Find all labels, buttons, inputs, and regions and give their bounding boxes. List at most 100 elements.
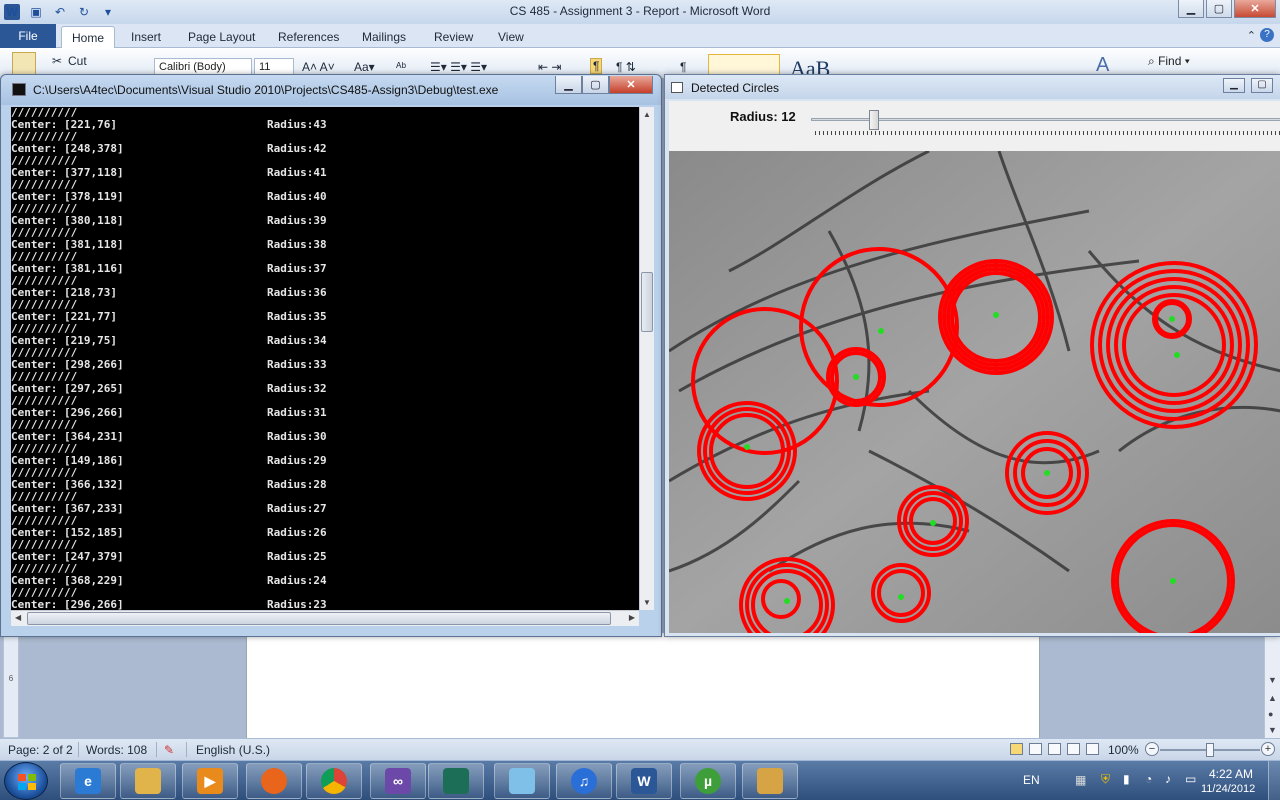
close-button[interactable]: ✕	[1234, 0, 1276, 18]
taskbar-visual-studio[interactable]: ∞	[370, 763, 426, 799]
page-indicator[interactable]: Page: 2 of 2	[8, 743, 73, 757]
console-window[interactable]: C:\Users\A4tec\Documents\Visual Studio 2…	[0, 74, 662, 637]
tab-file[interactable]: File	[0, 24, 56, 48]
zoom-out-icon[interactable]: −	[1145, 742, 1159, 756]
outline-icon[interactable]	[1067, 743, 1080, 755]
paragraph-mark-icon[interactable]: ¶	[680, 60, 686, 74]
taskbar-paint[interactable]	[742, 763, 798, 799]
sort-icon[interactable]: ¶ ⇅	[616, 60, 636, 74]
itunes-icon: ♫	[571, 768, 597, 794]
clock-time[interactable]: 4:22 AM	[1209, 767, 1253, 781]
scroll-down-icon[interactable]: ▼	[1268, 675, 1277, 685]
tab-review[interactable]: Review	[424, 26, 483, 48]
taskbar-media-player[interactable]: ▶	[182, 763, 238, 799]
detected-maximize-button[interactable]: ▢	[1251, 78, 1273, 93]
language-indicator[interactable]: EN	[1023, 773, 1040, 787]
circle-center-mark	[1170, 578, 1176, 584]
taskbar-itunes[interactable]: ♫	[556, 763, 612, 799]
proofing-icon[interactable]: ✎	[164, 743, 174, 757]
indent-icons[interactable]: ⇤ ⇥	[538, 60, 561, 74]
console-output[interactable]: //////////Center: [221,76] Radius:43/////…	[11, 107, 639, 610]
volume-icon[interactable]: ♪	[1165, 772, 1171, 786]
battery-icon[interactable]: ▭	[1185, 772, 1196, 786]
security-icon[interactable]: ⛨	[1101, 772, 1110, 787]
taskbar-firefox[interactable]	[246, 763, 302, 799]
full-screen-reading-icon[interactable]	[1029, 743, 1042, 755]
detected-minimize-button[interactable]: ▁	[1223, 78, 1245, 93]
document-page[interactable]	[246, 633, 1040, 743]
tab-home[interactable]: Home	[61, 26, 116, 48]
console-horizontal-scrollbar[interactable]: ◀ ▶	[11, 610, 639, 626]
clock-date[interactable]: 11/24/2012	[1201, 783, 1255, 795]
show-desktop-button[interactable]	[1268, 761, 1280, 800]
help-icon[interactable]: ?	[1260, 28, 1274, 42]
web-layout-icon[interactable]	[1048, 743, 1061, 755]
zoom-level[interactable]: 100%	[1108, 743, 1139, 757]
tab-page-layout[interactable]: Page Layout	[178, 26, 265, 48]
taskbar-utorrent[interactable]: µ	[680, 763, 736, 799]
signal-icon[interactable]: ▮	[1123, 772, 1130, 786]
clear-format-icon[interactable]: ᴬᵇ	[396, 60, 406, 74]
scroll-right-icon[interactable]: ▶	[629, 613, 635, 622]
draft-icon[interactable]	[1086, 743, 1099, 755]
console-scroll-thumb[interactable]	[641, 272, 653, 332]
scroll-up-icon[interactable]: ▲	[643, 110, 651, 119]
radius-slider-thumb[interactable]	[869, 110, 879, 130]
console-hscroll-thumb[interactable]	[27, 612, 611, 625]
print-layout-icon[interactable]	[1010, 743, 1023, 755]
radius-label: Radius: 12	[730, 109, 796, 124]
show-marks-icon[interactable]: ¶	[590, 58, 603, 74]
wifi-icon[interactable]: ◔	[1145, 772, 1152, 786]
taskbar-chrome[interactable]	[306, 763, 362, 799]
taskbar-explorer[interactable]	[120, 763, 176, 799]
zoom-slider-thumb[interactable]	[1206, 743, 1214, 757]
console-line: Center: [380,118] Radius:39	[11, 215, 639, 227]
console-vertical-scrollbar[interactable]: ▲ ▼	[639, 107, 654, 610]
console-minimize-button[interactable]: ▁	[555, 76, 582, 94]
circles-canvas	[669, 151, 1280, 633]
radius-slider-track[interactable]	[811, 118, 1280, 121]
paste-icon[interactable]	[12, 52, 36, 76]
ribbon-minimize-icon[interactable]: ⌃	[1247, 29, 1256, 42]
console-maximize-button[interactable]: ▢	[582, 76, 609, 94]
start-button[interactable]	[4, 762, 48, 800]
network-icon[interactable]: ▦	[1075, 773, 1086, 787]
circle-center-mark	[993, 312, 999, 318]
cut-button[interactable]: Cut	[68, 54, 87, 68]
console-line: Center: [381,116] Radius:37	[11, 263, 639, 275]
zoom-in-icon[interactable]: +	[1261, 742, 1275, 756]
cut-icon[interactable]: ✂	[52, 54, 62, 68]
radius-text: Radius:32	[267, 382, 327, 395]
prev-page-icon[interactable]: ▲	[1268, 693, 1277, 703]
scroll-down-icon[interactable]: ▼	[643, 598, 651, 607]
word-count[interactable]: Words: 108	[86, 743, 147, 757]
tab-mailings[interactable]: Mailings	[352, 26, 416, 48]
detected-circles-window[interactable]: Detected Circles ▁ ▢ Radius: 12	[664, 74, 1280, 637]
paint-icon	[757, 768, 783, 794]
radius-text: Radius:40	[267, 190, 327, 203]
language-indicator[interactable]: English (U.S.)	[196, 743, 270, 757]
maximize-button[interactable]: ▢	[1206, 0, 1232, 18]
console-title-bar[interactable]: C:\Users\A4tec\Documents\Visual Studio 2…	[1, 75, 661, 105]
console-close-button[interactable]: ✕	[609, 76, 653, 94]
next-page-icon[interactable]: ▼	[1268, 725, 1277, 735]
taskbar-word[interactable]: W	[616, 763, 672, 799]
taskbar-console[interactable]	[428, 763, 484, 799]
taskbar-ie[interactable]: e	[60, 763, 116, 799]
scroll-left-icon[interactable]: ◀	[15, 613, 21, 622]
taskbar-notepad[interactable]	[494, 763, 550, 799]
grow-font-icon[interactable]: A˄ A˅	[302, 60, 335, 74]
find-button[interactable]: ⌕ Find ▾	[1148, 54, 1190, 69]
bullets-icon[interactable]: ☰▾ ☰▾ ☰▾	[430, 60, 487, 74]
utorrent-icon: µ	[695, 768, 721, 794]
circle-center-mark	[1044, 470, 1050, 476]
circle-center-mark	[930, 520, 936, 526]
tab-insert[interactable]: Insert	[121, 26, 171, 48]
change-case-icon[interactable]: Aa▾	[354, 60, 375, 74]
tab-references[interactable]: References	[268, 26, 349, 48]
minimize-button[interactable]: ▁	[1178, 0, 1204, 18]
detected-circles-title-bar[interactable]: Detected Circles ▁ ▢	[665, 75, 1280, 99]
tab-view[interactable]: View	[488, 26, 534, 48]
browse-object-icon[interactable]: ●	[1268, 709, 1273, 719]
document-scrollbar[interactable]: ▼ ▲ ● ▼	[1264, 633, 1280, 738]
